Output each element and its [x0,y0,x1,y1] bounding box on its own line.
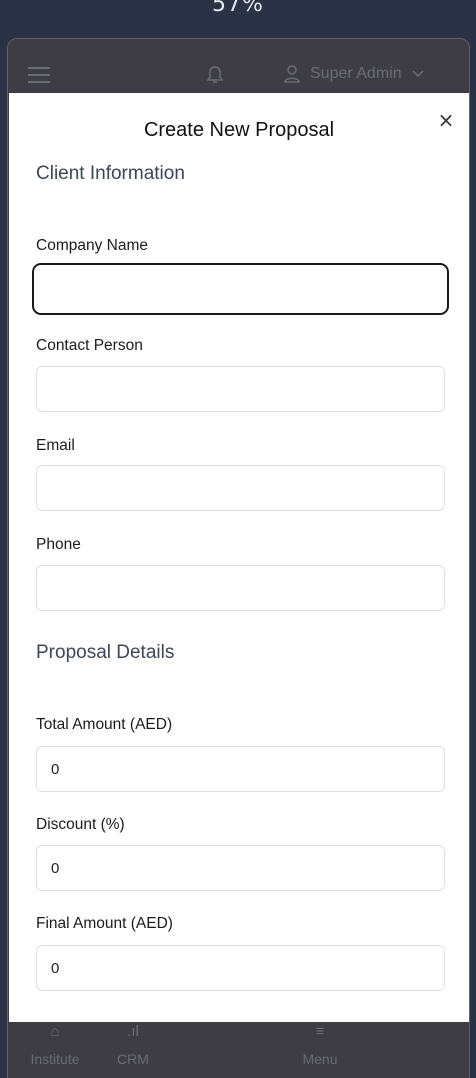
bar-chart-icon: .ıl [127,1023,139,1040]
company-name-label: Company Name [36,237,148,254]
discount-input[interactable] [36,845,445,891]
nav-label: Menu [302,1051,338,1067]
nav-label: Institute [30,1051,80,1067]
bell-icon[interactable] [206,65,224,85]
create-proposal-modal: × Create New Proposal Client Information… [9,93,469,1022]
contact-person-input[interactable] [36,366,445,412]
chevron-down-icon [412,70,424,78]
app-header: Super Admin [8,39,469,93]
menu-icon: ≡ [315,1023,325,1040]
nav-item-institute[interactable]: ⌂ Institute [20,1023,90,1067]
company-name-input[interactable] [32,263,449,315]
home-icon: ⌂ [50,1023,60,1040]
bottom-navigation: ⌂ Institute .ıl CRM ≡ Menu [8,1023,469,1078]
total-amount-label: Total Amount (AED) [36,716,173,733]
user-menu[interactable]: Super Admin [284,65,424,83]
final-amount-label: Final Amount (AED) [36,915,173,932]
nav-item-menu[interactable]: ≡ Menu [292,1023,348,1067]
client-information-heading: Client Information [36,163,185,184]
total-amount-input[interactable] [36,746,445,792]
user-icon [284,65,300,83]
phone-label: Phone [36,536,81,553]
hamburger-menu-icon[interactable] [28,67,50,83]
user-name: Super Admin [310,65,402,82]
proposal-details-heading: Proposal Details [36,642,175,663]
final-amount-input[interactable] [36,945,445,991]
email-label: Email [36,437,75,454]
status-percentage: 57% [212,0,264,17]
contact-person-label: Contact Person [36,337,143,354]
nav-label: CRM [117,1051,149,1067]
discount-label: Discount (%) [36,816,125,833]
email-input[interactable] [36,465,445,511]
modal-title: Create New Proposal [143,119,335,141]
nav-item-crm[interactable]: .ıl CRM [108,1023,158,1067]
phone-input[interactable] [36,565,445,611]
